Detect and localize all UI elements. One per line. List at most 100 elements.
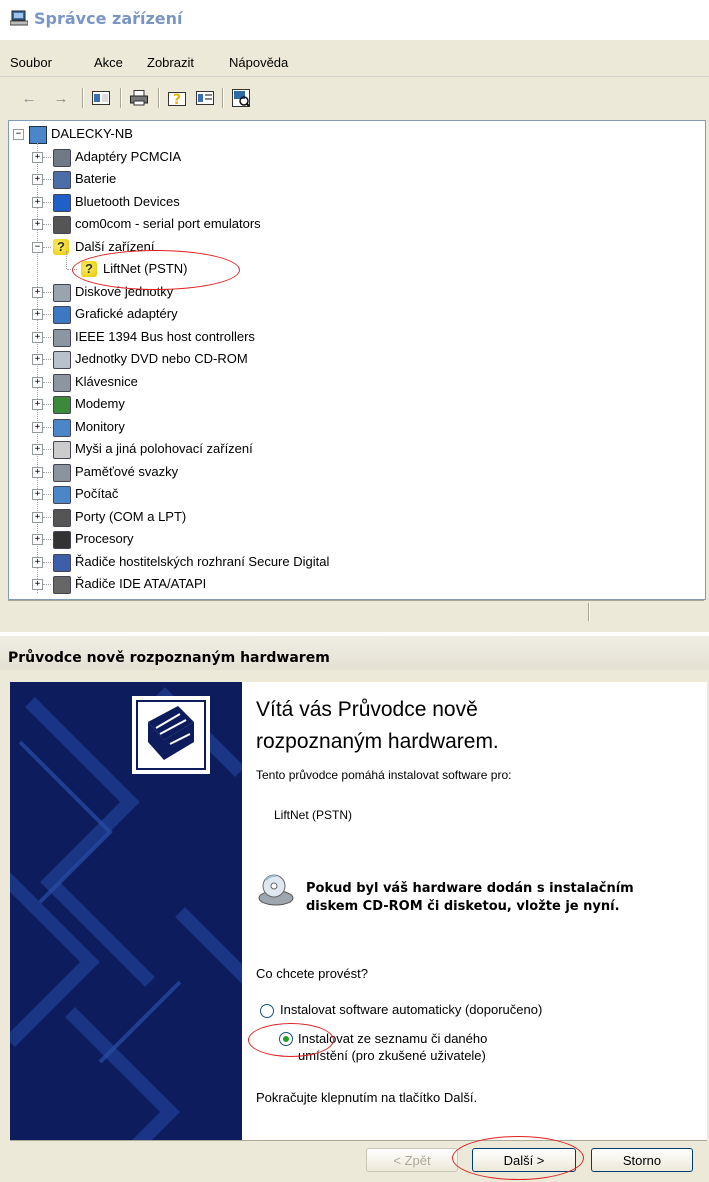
disk-icon (53, 283, 71, 302)
window-title: Správce zařízení (34, 9, 183, 28)
tree-branch (43, 291, 51, 293)
expand-toggle-baterie[interactable]: + (32, 174, 43, 185)
cancel-button[interactable]: Storno (591, 1148, 693, 1172)
mouse-icon (53, 441, 71, 459)
expand-toggle-adaptery-pcmcia[interactable]: + (32, 151, 43, 163)
tree-branch (43, 471, 51, 473)
bluetooth-icon (53, 193, 71, 212)
tree-branch (43, 179, 51, 180)
properties-pane-icon[interactable] (90, 88, 112, 108)
continue-hint: Pokračujte klepnutím na tlačítko Další. (256, 1090, 478, 1105)
tree-item-label: Monitory (75, 418, 125, 434)
back-icon[interactable]: ← (18, 88, 40, 108)
radio-install-automatic[interactable] (260, 1004, 274, 1018)
toolbar-separator (82, 88, 84, 108)
tree-item-label: Další zařízení (75, 238, 155, 254)
wizard-heading: Vítá vás Průvodce nově rozpoznaným hardw… (256, 694, 499, 758)
tree-item-label: Baterie (75, 171, 117, 186)
expand-toggle-mysi-a-jina-polohovaci-zarizeni[interactable]: + (32, 444, 43, 455)
menu-zobrazit[interactable]: Zobrazit (147, 55, 194, 70)
print-icon[interactable] (128, 88, 150, 108)
view-icon[interactable] (194, 88, 216, 108)
tree-branch (43, 539, 51, 540)
tree-item-label: Řadiče hostitelských rozhraní Secure Dig… (75, 553, 330, 569)
pcmcia-icon (53, 148, 71, 167)
option-from-list-line2: umístění (pro zkušené uživatele) (298, 1048, 486, 1063)
expand-toggle-modemy[interactable]: + (32, 399, 43, 410)
expand-toggle-klavesnice[interactable]: + (32, 376, 43, 388)
scan-hardware-icon[interactable] (230, 88, 252, 108)
toolbar-separator (158, 88, 160, 108)
expand-toggle-jednotky-dvd-nebo-cd-rom[interactable]: + (32, 354, 43, 365)
wizard-question: Co chcete provést? (256, 966, 369, 981)
collapse-toggle-root[interactable]: − (13, 129, 24, 140)
expand-toggle-procesory[interactable]: + (32, 534, 43, 545)
radio-install-from-list[interactable] (279, 1032, 293, 1046)
option-from-list-label[interactable]: Instalovat ze seznamu či daného umístění… (298, 1030, 487, 1064)
ieee1394-icon (53, 328, 71, 347)
wizard-heading-line1: Vítá vás Průvodce nově (256, 698, 478, 721)
tree-item-label: LiftNet (PSTN) (103, 261, 188, 276)
tree-branch (43, 224, 51, 225)
wizard-button-divider (10, 1140, 707, 1141)
tree-item-label: Adaptéry PCMCIA (75, 148, 182, 164)
monitor-icon (53, 418, 71, 437)
tree-item-label: Jednotky DVD nebo CD-ROM (75, 351, 248, 366)
tree-root-label: DALECKY-NB (51, 126, 133, 141)
tree-branch (43, 201, 51, 203)
tree-branch (43, 314, 51, 315)
expand-toggle-graficke-adaptery[interactable]: + (32, 309, 43, 320)
toolbar: ← → ? (0, 80, 709, 116)
tree-branch (43, 156, 51, 158)
wizard-side-panel (10, 682, 242, 1140)
expand-toggle-pametove-svazky[interactable]: + (32, 466, 43, 478)
tree-branch (43, 516, 51, 518)
expand-toggle-radice-hostitelskych-rozhrani-secure-digital[interactable]: + (32, 556, 43, 568)
cd-notice: Pokud byl váš hardware dodán s instalačn… (306, 880, 634, 916)
volume-icon (53, 463, 71, 482)
tree-branch (43, 404, 51, 405)
cd-rom-icon (258, 874, 294, 906)
computer-icon (29, 126, 47, 144)
display-icon (53, 306, 71, 324)
unknown-device-warning-icon: ? (81, 261, 97, 277)
tree-item-label: Počítač (75, 486, 119, 501)
wizard-intro: Tento průvodce pomáhá instalovat softwar… (256, 768, 512, 782)
expand-toggle-com0com-serial-port-emulators[interactable]: + (32, 219, 43, 230)
help-icon[interactable]: ? (166, 88, 188, 108)
toolbar-separator (222, 88, 224, 108)
collapse-toggle-dalsi-zarizeni[interactable]: − (32, 241, 43, 253)
wizard-banner-graphic (10, 687, 242, 1140)
option-automatic-label[interactable]: Instalovat software automaticky (doporuč… (280, 1002, 542, 1017)
menu-soubor[interactable]: Soubor (10, 55, 52, 70)
next-button[interactable]: Další > (472, 1148, 576, 1172)
menu-akce[interactable]: Akce (94, 55, 123, 70)
wizard-title: Průvodce nově rozpoznaným hardwarem (8, 650, 330, 666)
battery-icon (53, 171, 71, 189)
expand-toggle-bluetooth-devices[interactable]: + (32, 196, 43, 208)
expand-toggle-radice-ide-ata-atapi[interactable]: + (32, 579, 43, 590)
status-bar (8, 600, 704, 623)
menu-napoveda[interactable]: Nápověda (229, 55, 288, 70)
expand-toggle-monitory[interactable]: + (32, 421, 43, 433)
tree-item-label: Myši a jiná polohovací zařízení (75, 441, 253, 456)
wizard-device-name: LiftNet (PSTN) (274, 808, 353, 822)
tree-branch (43, 449, 51, 450)
keyboard-icon (53, 373, 71, 392)
tree-branch (43, 494, 51, 495)
expand-toggle-pocitac[interactable]: + (32, 489, 43, 500)
status-divider (588, 603, 590, 621)
tree-item-label: Diskové jednotky (75, 283, 174, 299)
option-from-list-line1: Instalovat ze seznamu či daného (298, 1031, 488, 1046)
tree-item-label: Porty (COM a LPT) (75, 508, 187, 524)
tree-branch (43, 381, 51, 383)
back-button[interactable]: < Zpět (366, 1148, 458, 1172)
svg-text:?: ? (173, 92, 181, 106)
wizard-heading-line2: rozpoznaným hardwarem. (256, 730, 499, 753)
expand-toggle-porty-com-a-lpt[interactable]: + (32, 511, 43, 523)
forward-icon[interactable]: → (50, 88, 72, 108)
tree-branch (43, 246, 51, 248)
expand-toggle-ieee-1394-bus-host-controllers[interactable]: + (32, 331, 43, 343)
tree-item-label: Modemy (75, 396, 125, 411)
expand-toggle-diskove-jednotky[interactable]: + (32, 286, 43, 298)
